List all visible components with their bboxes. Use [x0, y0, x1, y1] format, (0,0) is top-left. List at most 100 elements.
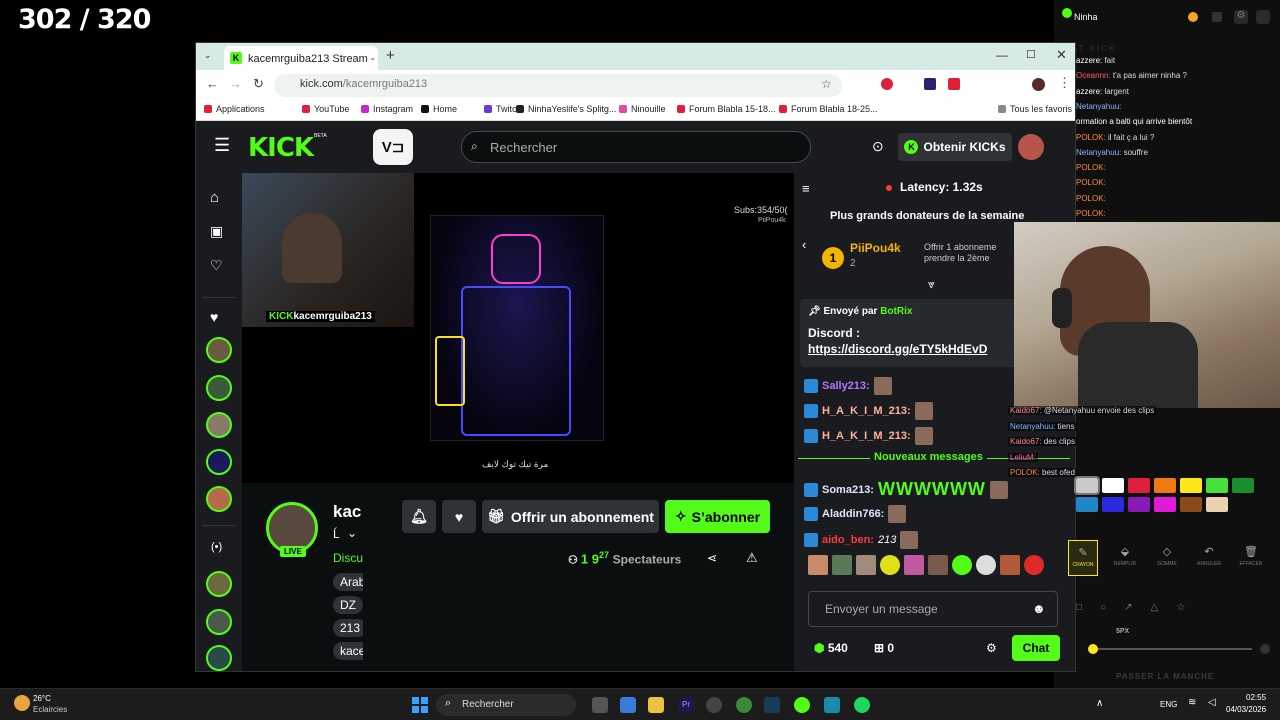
triangle-icon[interactable]: △ — [1150, 602, 1158, 613]
color-swatch[interactable] — [1102, 478, 1124, 493]
forward-icon[interactable]: → — [229, 76, 242, 91]
emote-icon[interactable] — [1024, 555, 1044, 575]
heart-icon[interactable]: ♥ — [210, 309, 218, 325]
recommended-channel-avatar[interactable] — [206, 645, 232, 671]
emote-icon[interactable] — [1000, 555, 1020, 575]
chevron-down-icon[interactable]: ⌄ — [347, 526, 357, 540]
tool-button[interactable]: ⬙ REMPLIR — [1110, 540, 1140, 576]
share-icon[interactable]: ⋖ — [707, 551, 717, 565]
circle-icon[interactable]: ○ — [1100, 602, 1106, 613]
send-chat-button[interactable]: Chat — [1012, 635, 1060, 661]
report-icon[interactable]: ⚠ — [746, 550, 758, 566]
browser-tab[interactable]: K kacemrguiba213 Stream - ✕ — [224, 46, 378, 70]
discord-link[interactable]: https://discord.gg/eTY5kHdEvD — [808, 342, 987, 356]
chat-username[interactable]: Aladdin766: — [822, 508, 884, 520]
home-icon[interactable]: ⌂ — [210, 189, 219, 206]
bookmark-item[interactable]: Home — [421, 104, 457, 114]
brush-size-slider-handle[interactable] — [1088, 644, 1098, 654]
minimize-icon[interactable]: — — [996, 48, 1008, 62]
bookmark-item[interactable]: NinhaYeslife's Splitg... — [516, 104, 616, 114]
get-kicks-button[interactable]: K Obtenir KICKs — [898, 133, 1012, 161]
extension-icon[interactable] — [924, 78, 936, 90]
top-donor-name[interactable]: PiiPou4k — [850, 241, 901, 255]
gifts-display[interactable]: ⊞ 0 — [874, 641, 894, 655]
color-swatch[interactable] — [1180, 478, 1202, 493]
emote-icon[interactable] — [880, 555, 900, 575]
volume-icon[interactable]: ◁ — [1208, 697, 1216, 708]
color-swatch[interactable] — [1206, 497, 1228, 512]
tag-pill[interactable]: Arab — [333, 573, 363, 591]
chat-settings-icon[interactable]: ⚙ — [986, 641, 997, 655]
category-link[interactable]: Discu — [333, 551, 363, 565]
bookmark-item[interactable]: Ninouille — [619, 104, 666, 114]
close-icon[interactable]: ✕ — [1056, 47, 1067, 63]
brush-size-slider-track[interactable] — [1092, 648, 1252, 650]
notifications-icon[interactable]: ⊙ — [872, 138, 884, 155]
tool-button[interactable]: 🗑︎ EFFACER — [1236, 540, 1266, 576]
collapse-chat-icon[interactable]: ≡ — [802, 181, 810, 196]
menu-icon[interactable]: ⋮ — [1058, 75, 1071, 91]
emote-icon[interactable] — [928, 555, 948, 575]
bookmark-star-icon[interactable]: ☆ — [821, 77, 832, 91]
browse-icon[interactable]: ▣ — [210, 223, 223, 240]
tag-pill[interactable]: 213 — [333, 619, 363, 637]
chevron-left-icon[interactable]: ‹ — [802, 237, 806, 252]
subscribe-button[interactable]: ✧ S’abonner — [665, 500, 770, 533]
app-blue-icon[interactable] — [824, 697, 840, 713]
chat-username[interactable]: H_A_K_I_M_213: — [822, 405, 911, 417]
tag-pill[interactable]: kace — [333, 642, 363, 660]
chrome-icon[interactable] — [736, 697, 752, 713]
wifi-icon[interactable]: ≋ — [1188, 697, 1196, 708]
extension-icon[interactable] — [948, 78, 960, 90]
tag-pill[interactable]: DZ — [333, 596, 363, 614]
recommended-channel-avatar[interactable] — [206, 571, 232, 597]
app-icon[interactable] — [620, 697, 636, 713]
hamburger-menu-icon[interactable]: ☰ — [214, 135, 230, 156]
emote-icon[interactable] — [904, 555, 924, 575]
gift-offer[interactable]: Offrir 1 abonneme — [924, 242, 996, 252]
bookmark-item[interactable]: Instagram — [361, 104, 413, 114]
kick-logo[interactable]: KICK — [248, 133, 314, 163]
chat-input[interactable]: Envoyer un message — [808, 591, 1058, 627]
bookmark-item[interactable]: Applications — [204, 104, 265, 114]
bookmark-item[interactable]: Forum Blabla 15-18... — [677, 104, 776, 114]
steam-icon[interactable] — [764, 697, 780, 713]
reload-icon[interactable]: ↻ — [253, 76, 264, 92]
tab-search-icon[interactable]: ⌄ — [204, 50, 216, 62]
spotify-icon[interactable] — [854, 697, 870, 713]
vd-icon[interactable]: V⊐ — [373, 129, 413, 165]
url-input[interactable]: kick.com/kacemrguiba213 — [274, 74, 842, 97]
bookmark-item[interactable]: Forum Blabla 18-25... — [779, 104, 878, 114]
bookmark-item[interactable]: YouTube — [302, 104, 349, 114]
tool-button[interactable]: ✎ CRAYON — [1068, 540, 1098, 576]
expand-pinned-icon[interactable]: ⩔ — [928, 277, 935, 292]
followed-channel-avatar[interactable] — [206, 486, 232, 512]
star-icon[interactable]: ☆ — [1176, 602, 1185, 613]
back-icon[interactable]: ← — [206, 76, 219, 91]
color-swatch[interactable] — [1074, 476, 1100, 495]
color-swatch[interactable] — [1102, 497, 1124, 512]
followed-channel-avatar[interactable] — [206, 412, 232, 438]
color-swatch[interactable] — [1180, 497, 1202, 512]
bookmark-item[interactable]: Tous les favoris — [998, 104, 1072, 114]
followed-channel-avatar[interactable] — [206, 337, 232, 363]
task-view-icon[interactable] — [592, 697, 608, 713]
file-explorer-icon[interactable] — [648, 697, 664, 713]
gift-sub-button[interactable]: 🎁︎ Offrir un abonnement — [482, 500, 659, 533]
start-icon[interactable] — [412, 697, 428, 713]
tool-button[interactable]: ↶ ANNULER — [1194, 540, 1224, 576]
points-display[interactable]: ⬢ 540 — [814, 641, 848, 655]
new-tab-icon[interactable]: + — [386, 47, 395, 64]
color-swatch[interactable] — [1076, 497, 1098, 512]
language-indicator[interactable]: ENG — [1160, 700, 1177, 709]
emote-icon[interactable] — [808, 555, 828, 575]
emote-icon[interactable] — [856, 555, 876, 575]
tool-button[interactable]: ◇ GOMME — [1152, 540, 1182, 576]
weather-icon[interactable] — [14, 695, 30, 711]
color-swatch[interactable] — [1128, 478, 1150, 493]
taskbar-search[interactable]: Rechercher — [436, 694, 576, 716]
followed-channel-avatar[interactable] — [206, 449, 232, 475]
tray-chevron-icon[interactable]: ∧ — [1096, 698, 1103, 709]
user-avatar[interactable] — [1018, 134, 1044, 160]
profile-avatar[interactable] — [1032, 78, 1045, 91]
